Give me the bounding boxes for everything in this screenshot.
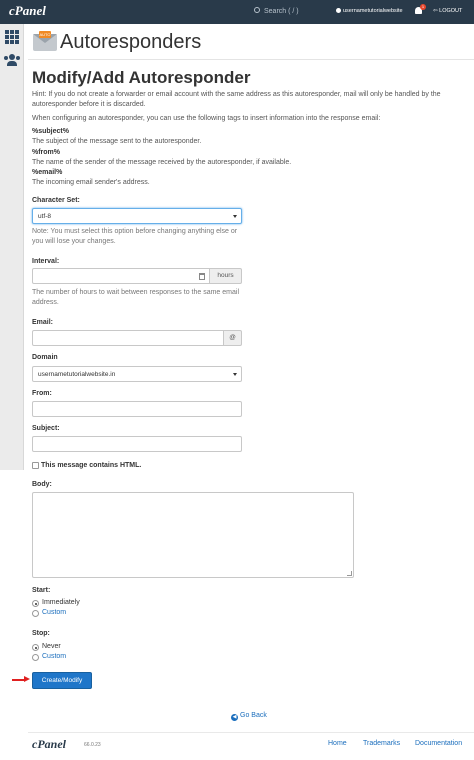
start-immediately-label[interactable]: Immediately [42, 599, 80, 606]
from-input[interactable] [32, 401, 242, 417]
tag-email: %email% [32, 169, 63, 176]
calendar-icon [199, 273, 205, 280]
footer-logo: cPanel [32, 737, 66, 751]
from-label: From: [32, 390, 52, 397]
at-sign-addon: @ [223, 330, 242, 346]
start-custom-radio[interactable] [32, 610, 39, 617]
subject-label: Subject: [32, 425, 60, 432]
body-label: Body: [32, 481, 52, 488]
email-label: Email: [32, 319, 54, 326]
stop-never-radio[interactable] [32, 644, 39, 651]
tag-from-desc: The name of the sender of the message re… [32, 159, 292, 166]
back-arrow-icon: ◀ [231, 714, 238, 721]
charset-select[interactable]: utf-8 [32, 208, 242, 224]
html-checkbox[interactable] [32, 462, 39, 469]
tag-subject-desc: The subject of the message sent to the a… [32, 138, 202, 145]
tag-subject: %subject% [32, 128, 69, 135]
top-bar: cPanel Search ( / ) usernametutorialwebs… [0, 0, 474, 24]
search-icon [254, 7, 260, 13]
interval-help: The number of hours to wait between resp… [32, 289, 239, 306]
domain-select[interactable]: usernametutorialwebsite.in [32, 366, 242, 382]
hint-text: Hint: If you do not create a forwarder o… [32, 91, 441, 108]
email-input[interactable] [32, 330, 224, 346]
start-custom-label[interactable]: Custom [42, 609, 66, 616]
tag-email-desc: The incoming email sender's address. [32, 179, 150, 186]
stop-custom-label[interactable]: Custom [42, 653, 66, 660]
icon-tag: AUTO [39, 31, 51, 38]
logout-icon: ⇦ [433, 8, 438, 14]
body-textarea[interactable] [32, 492, 354, 578]
go-back-link[interactable]: ◀ Go Back [231, 712, 267, 721]
cpanel-logo[interactable]: cPanel [9, 3, 46, 19]
stop-label: Stop: [32, 630, 50, 637]
domain-value: usernametutorialwebsite.in [38, 371, 116, 378]
autoresponder-envelope-icon: AUTO [33, 31, 57, 53]
footer-home-link[interactable]: Home [328, 740, 347, 747]
users-icon[interactable] [4, 54, 20, 66]
html-checkbox-label[interactable]: This message contains HTML. [41, 462, 141, 469]
notification-badge: 1 [420, 4, 426, 10]
subject-input[interactable] [32, 436, 242, 452]
interval-unit-addon: hours [209, 268, 242, 284]
logout-label: LOGOUT [439, 8, 463, 14]
section-title: Modify/Add Autoresponder [32, 68, 251, 87]
notifications-button[interactable]: 1 [414, 4, 426, 16]
chevron-down-icon [233, 215, 237, 218]
stop-custom-radio[interactable] [32, 654, 39, 661]
footer-documentation-link[interactable]: Documentation [415, 740, 462, 747]
sidebar [0, 24, 24, 470]
logout-button[interactable]: ⇦ LOGOUT [433, 8, 462, 14]
tag-from: %from% [32, 149, 61, 156]
search-box[interactable]: Search ( / ) [254, 7, 299, 15]
go-back-label: Go Back [240, 712, 267, 719]
stop-never-label[interactable]: Never [42, 643, 61, 650]
charset-value: utf-8 [38, 213, 52, 220]
charset-note: Note: You must select this option before… [32, 228, 238, 245]
page-title: Autoresponders [60, 31, 202, 53]
search-placeholder: Search ( / ) [264, 8, 299, 15]
tags-intro: When configuring an autoresponder, you c… [32, 115, 381, 122]
chevron-down-icon [233, 373, 237, 376]
interval-input[interactable] [32, 268, 210, 284]
footer-version: 66.0.23 [84, 742, 101, 748]
start-label: Start: [32, 587, 51, 594]
resize-handle-icon[interactable] [347, 571, 352, 576]
start-immediately-radio[interactable] [32, 600, 39, 607]
user-menu[interactable]: usernametutorialwebsite [336, 8, 403, 14]
red-arrow-icon [12, 676, 30, 682]
user-icon [336, 8, 341, 14]
create-modify-button[interactable]: Create/Modify [32, 672, 92, 689]
footer-divider [28, 732, 474, 733]
apps-grid-icon[interactable] [5, 30, 19, 44]
username: usernametutorialwebsite [343, 8, 403, 14]
interval-label: Interval: [32, 258, 60, 265]
charset-label: Character Set: [32, 197, 80, 204]
domain-label: Domain [32, 354, 58, 361]
footer-trademarks-link[interactable]: Trademarks [363, 740, 400, 747]
header-divider [28, 59, 474, 60]
